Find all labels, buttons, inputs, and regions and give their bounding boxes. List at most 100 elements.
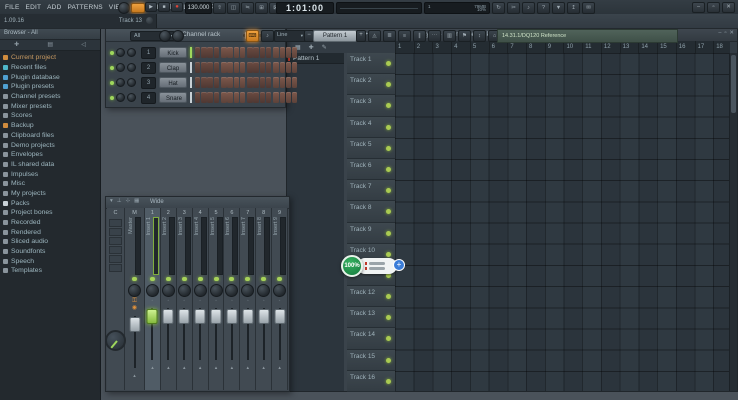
step-button[interactable] <box>286 92 291 103</box>
step-button[interactable] <box>273 62 278 73</box>
step-button[interactable] <box>247 92 252 103</box>
strip-pan-knob[interactable] <box>241 284 254 297</box>
input-icon[interactable]: ⌨ <box>246 30 259 42</box>
step-button[interactable] <box>195 77 200 88</box>
channel-led[interactable] <box>110 51 114 55</box>
stereo-sep-icon[interactable]: ◦ <box>263 298 265 304</box>
step-button[interactable] <box>221 47 226 58</box>
step-button[interactable] <box>280 62 285 73</box>
fader-handle[interactable] <box>226 309 237 324</box>
channel-number[interactable]: 3 <box>141 77 156 89</box>
strip-led[interactable] <box>214 277 219 281</box>
step-button[interactable] <box>234 62 239 73</box>
recording-tool-icon[interactable]: ≡ <box>398 30 411 42</box>
main-volume-knob[interactable] <box>118 2 130 14</box>
mixer-insert-strip[interactable]: 5 Insert 5 ◦ ▴ <box>209 208 225 390</box>
channel-pan-knob[interactable] <box>116 48 125 57</box>
browser-item[interactable]: Clipboard files <box>0 131 100 141</box>
titlebar-tool-icon[interactable]: ▼ <box>552 2 565 14</box>
step-button[interactable] <box>292 77 297 88</box>
browser-item[interactable]: Packs <box>0 198 100 208</box>
strip-pan-knob[interactable] <box>273 284 286 297</box>
recording-tool-icon[interactable]: ↕ <box>473 30 486 42</box>
strip-fader[interactable] <box>272 306 287 362</box>
track-led[interactable] <box>386 103 391 108</box>
channel-number[interactable]: 1 <box>141 47 156 59</box>
strip-fader[interactable] <box>240 306 255 362</box>
fx-slot[interactable] <box>109 237 122 245</box>
recording-tool-icon[interactable]: ▥ <box>443 30 456 42</box>
step-button[interactable] <box>201 92 206 103</box>
snap-selector[interactable]: Line ▾ <box>274 30 306 42</box>
mode-icon[interactable]: ⇧ <box>213 2 226 14</box>
fx-slot[interactable] <box>109 246 122 254</box>
step-button[interactable] <box>280 92 285 103</box>
lock-icon[interactable]: ⚿ <box>132 298 137 305</box>
mode-icon[interactable]: ⊞ <box>255 2 268 14</box>
strip-fader[interactable] <box>177 306 192 362</box>
channel-pan-knob[interactable] <box>116 93 125 102</box>
browser-item[interactable]: Speech <box>0 256 100 266</box>
browser-item[interactable]: Soundfonts <box>0 247 100 257</box>
strip-pan-knob[interactable] <box>128 284 141 297</box>
channel-rack-title[interactable]: Channel rack <box>182 31 220 38</box>
channel-name-button[interactable]: Hat <box>159 77 187 88</box>
pat-song-switch[interactable] <box>131 3 145 13</box>
browser-item[interactable]: Plugin presets <box>0 82 100 92</box>
detach-icon[interactable]: ⊥ <box>117 198 122 204</box>
fader-handle[interactable] <box>129 317 140 332</box>
step-button[interactable] <box>292 47 297 58</box>
stereo-sep-icon[interactable]: ◦ <box>231 298 233 304</box>
track-led[interactable] <box>386 188 391 193</box>
maximize-button[interactable]: ▫ <box>707 2 720 13</box>
playlist-vertical-scrollbar[interactable] <box>729 53 737 391</box>
step-button[interactable] <box>260 62 265 73</box>
step-button[interactable] <box>201 62 206 73</box>
track-header[interactable]: Track 14 <box>347 328 395 349</box>
strip-led[interactable] <box>261 277 266 281</box>
step-button[interactable] <box>227 62 232 73</box>
track-header[interactable]: Track 8 <box>347 201 395 222</box>
step-button[interactable] <box>292 62 297 73</box>
step-button[interactable] <box>240 77 245 88</box>
track-header[interactable]: Track 3 <box>347 95 395 116</box>
step-button[interactable] <box>207 77 212 88</box>
strip-led[interactable] <box>182 277 187 281</box>
browser-item[interactable]: Backup <box>0 121 100 131</box>
track-header[interactable]: Track 6 <box>347 159 395 180</box>
menu-item[interactable]: FILE <box>2 4 23 11</box>
strip-led[interactable] <box>198 277 203 281</box>
mixer-menu-icon[interactable]: ▾ <box>110 198 113 204</box>
step-button[interactable] <box>286 77 291 88</box>
mode-icon[interactable]: ◫ <box>227 2 240 14</box>
fader-handle[interactable] <box>242 309 253 324</box>
strip-fader[interactable] <box>161 306 176 362</box>
mixer-insert-strip[interactable]: 4 Insert 4 ◦ ▴ <box>193 208 209 390</box>
scrollbar-thumb[interactable] <box>731 55 736 113</box>
channel-led[interactable] <box>110 66 114 70</box>
stereo-sep-icon[interactable]: ◦ <box>279 298 281 304</box>
step-button[interactable] <box>260 92 265 103</box>
browser-item[interactable]: Current project <box>0 53 100 63</box>
track-led[interactable] <box>386 336 391 341</box>
browser-title[interactable]: Browser - All <box>0 28 100 40</box>
strip-led[interactable] <box>277 277 282 281</box>
step-button[interactable] <box>207 62 212 73</box>
channel-name-button[interactable]: Snare <box>159 92 187 103</box>
mixer-insert-strip[interactable]: 6 Insert 6 ◦ ▴ <box>224 208 240 390</box>
channel-volume-knob[interactable] <box>127 78 136 87</box>
pitch-knob[interactable] <box>172 30 184 42</box>
fx-slot[interactable] <box>109 255 122 263</box>
step-button[interactable] <box>273 77 278 88</box>
channel-led[interactable] <box>110 96 114 100</box>
mixer-master-strip[interactable]: M Master ⚿ ◉ ▴ <box>125 208 145 390</box>
strip-fader[interactable] <box>193 306 208 362</box>
picker-tool-icon[interactable]: ✎ <box>322 44 327 51</box>
step-button[interactable] <box>286 47 291 58</box>
channel-led[interactable] <box>110 81 114 85</box>
stereo-sep-icon[interactable]: ◦ <box>247 298 249 304</box>
channel-volume-knob[interactable] <box>127 63 136 72</box>
record-button[interactable]: ● <box>171 2 183 12</box>
strip-pan-knob[interactable] <box>146 284 159 297</box>
strip-led[interactable] <box>245 277 250 281</box>
